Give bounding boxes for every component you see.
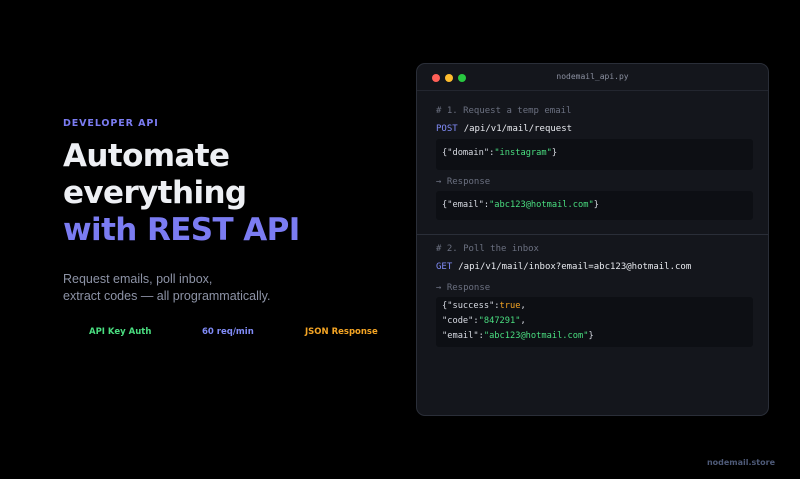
step2-response-label: → Response bbox=[436, 283, 491, 293]
subtitle: Request emails, poll inbox, extract code… bbox=[63, 271, 393, 305]
step2-method: GET bbox=[436, 262, 453, 272]
json-line: {"success":true, bbox=[442, 299, 747, 314]
step1-request-body: {"domain":"instagram"} bbox=[436, 139, 753, 170]
eyebrow-label: DEVELOPER API bbox=[63, 118, 159, 129]
page-title: Automate everything with REST API bbox=[63, 138, 393, 249]
json-value: true bbox=[499, 301, 521, 311]
step1-method: POST bbox=[436, 124, 458, 134]
json-line: "code":"847291", bbox=[442, 314, 747, 329]
step1-request-line: POST/api/v1/mail/request bbox=[436, 124, 572, 134]
json-brace: } bbox=[588, 331, 594, 341]
json-sep: , bbox=[520, 316, 526, 326]
subtitle-line-1: Request emails, poll inbox, bbox=[63, 272, 213, 286]
subtitle-line-2: extract codes — all programmatically. bbox=[63, 289, 271, 303]
json-brace: } bbox=[551, 148, 558, 158]
window-titlebar: nodemail_api.py bbox=[417, 64, 768, 91]
feature-badges: API Key Auth 60 req/min JSON Response bbox=[0, 327, 400, 341]
json-line: "email":"abc123@hotmail.com"} bbox=[442, 329, 747, 344]
code-window: nodemail_api.py # 1. Request a temp emai… bbox=[416, 63, 769, 416]
json-value: "847291" bbox=[478, 316, 521, 326]
step2-comment: # 2. Poll the inbox bbox=[436, 244, 539, 254]
badge-api-key-auth: API Key Auth bbox=[89, 327, 152, 337]
window-filename: nodemail_api.py bbox=[556, 72, 629, 81]
json-sep: , bbox=[520, 301, 526, 311]
step1-response-label: → Response bbox=[436, 177, 491, 187]
badge-json-response: JSON Response bbox=[305, 327, 378, 337]
step1-response-body: {"email":"abc123@hotmail.com"} bbox=[436, 191, 753, 220]
step1-path: /api/v1/mail/request bbox=[463, 124, 573, 134]
step2-request-line: GET/api/v1/mail/inbox?email=abc123@hotma… bbox=[436, 262, 691, 272]
json-key: {"success": bbox=[442, 301, 500, 311]
json-brace: } bbox=[593, 200, 599, 210]
step2-response-body: {"success":true, "code":"847291", "email… bbox=[436, 297, 753, 347]
json-key: "code": bbox=[442, 316, 479, 326]
json-key: "email": bbox=[442, 331, 484, 341]
hero-section: DEVELOPER API Automate everything with R… bbox=[63, 118, 393, 305]
section-divider bbox=[417, 234, 768, 235]
json-value: "instagram" bbox=[494, 148, 552, 158]
headline-line-2: everything bbox=[63, 175, 247, 211]
json-value: "abc123@hotmail.com" bbox=[483, 331, 589, 341]
badge-rate-limit: 60 req/min bbox=[202, 327, 254, 337]
json-key: {"email": bbox=[442, 200, 490, 210]
headline-line-3: with REST API bbox=[63, 212, 300, 248]
footer-domain: nodemail.store bbox=[706, 458, 775, 467]
step2-path: /api/v1/mail/inbox?email=abc123@hotmail.… bbox=[458, 262, 692, 272]
headline-line-1: Automate bbox=[63, 138, 230, 174]
step1-comment: # 1. Request a temp email bbox=[436, 106, 572, 116]
json-value: "abc123@hotmail.com" bbox=[489, 200, 594, 210]
json-key: {"domain": bbox=[442, 148, 495, 158]
